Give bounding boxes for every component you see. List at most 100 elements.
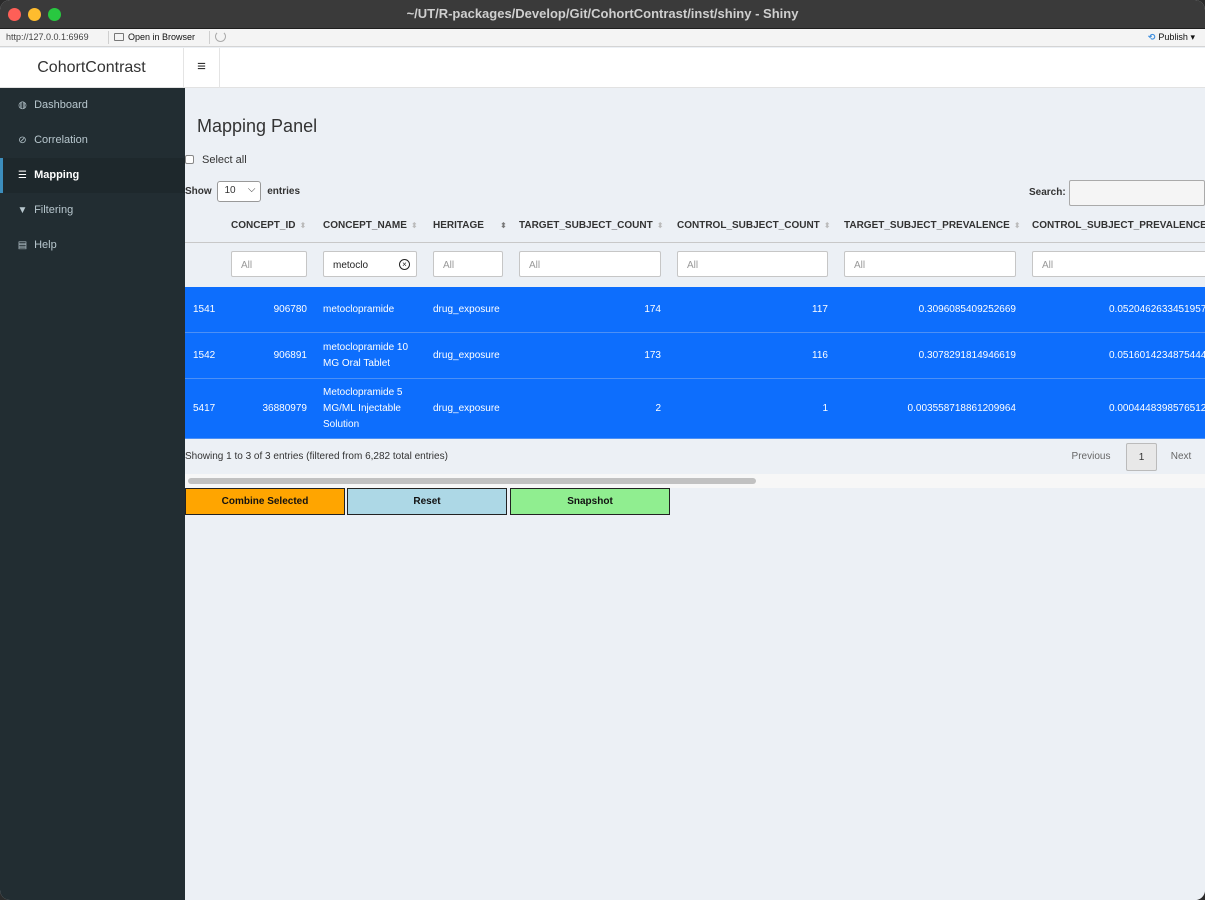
open-in-browser-button[interactable]: Open in Browser: [114, 32, 195, 42]
pagination-page-1[interactable]: 1: [1126, 443, 1157, 471]
column-header-target-subject-prevalence[interactable]: TARGET_SUBJECT_PREVALENCE ⬍: [844, 220, 1020, 231]
sort-icon[interactable]: ⬍: [411, 221, 418, 230]
dashboard-icon: ◍: [18, 100, 27, 111]
app-logo[interactable]: CohortContrast: [0, 48, 184, 88]
snapshot-button[interactable]: Snapshot: [510, 488, 670, 515]
sort-icon[interactable]: ⬍: [500, 221, 507, 230]
row-index-cell: 1542: [193, 350, 216, 361]
table-row[interactable]: 5417 36880979 Metoclopramide 5 MG/ML Inj…: [185, 379, 1205, 439]
toolbar-divider: [209, 31, 210, 44]
page-length-select[interactable]: 10 ⌵: [217, 181, 262, 202]
sidebar-item-help[interactable]: ▤ Help: [0, 228, 185, 263]
search-input[interactable]: [1069, 180, 1205, 206]
control-count-cell: 117: [812, 304, 828, 315]
control-prevalence-cell: 0.00044483985765124: [1109, 403, 1205, 414]
horizontal-scrollbar[interactable]: [185, 474, 1205, 488]
browser-icon: [114, 33, 124, 41]
column-header-control-subject-count[interactable]: CONTROL_SUBJECT_COUNT ⬍: [677, 220, 831, 231]
column-header-control-subject-prevalence[interactable]: CONTROL_SUBJECT_PREVALENCE⬍: [1032, 220, 1205, 231]
column-filter-row: All metoclo × All All All All All: [185, 243, 1205, 287]
sort-icon[interactable]: ⬍: [657, 221, 664, 230]
entries-label: entries: [267, 186, 301, 198]
publish-icon: ⟲: [1147, 32, 1156, 42]
column-label: CONTROL_SUBJECT_PREVALENCE: [1032, 220, 1205, 231]
filter-icon: ▼: [17, 205, 28, 216]
table-body: 1541 906780 metoclopramide drug_exposure…: [185, 287, 1205, 439]
toolbar-divider: [108, 31, 109, 44]
sidebar-item-dashboard[interactable]: ◍ Dashboard: [0, 88, 185, 123]
sidebar-item-filtering[interactable]: ▼ Filtering: [0, 193, 185, 228]
sidebar-item-correlation[interactable]: ⊘ Correlation: [0, 123, 185, 158]
pagination-next[interactable]: Next: [1165, 443, 1197, 471]
search-label: Search:: [1029, 187, 1066, 198]
reset-button[interactable]: Reset: [347, 488, 507, 515]
concept-id-cell: 36880979: [262, 403, 308, 414]
filter-target-prevalence-input[interactable]: All: [844, 251, 1016, 277]
sidebar-item-label: Dashboard: [34, 99, 88, 111]
concept-name-cell: metoclopramide: [323, 304, 395, 315]
row-index-cell: 5417: [193, 403, 216, 414]
filter-concept-id-input[interactable]: All: [231, 251, 307, 277]
filter-control-prevalence-input[interactable]: All: [1032, 251, 1205, 277]
sort-icon[interactable]: ⬍: [299, 221, 306, 230]
publish-button[interactable]: ⟲ Publish ▾: [1148, 32, 1195, 43]
refresh-icon[interactable]: [215, 31, 226, 42]
chevron-down-icon: ▾: [1190, 32, 1195, 42]
target-count-cell: 173: [644, 350, 661, 361]
sidebar-item-label: Correlation: [34, 134, 88, 146]
control-count-cell: 1: [822, 403, 828, 414]
concept-name-cell: metoclopramide 10: [323, 342, 409, 353]
table-row[interactable]: 1542 906891 metoclopramide 10 MG Oral Ta…: [185, 333, 1205, 379]
filter-value: metoclo: [333, 260, 369, 271]
concept-id-cell: 906891: [273, 350, 307, 361]
select-all-label: Select all: [202, 154, 247, 166]
column-label: TARGET_SUBJECT_PREVALENCE: [844, 220, 1010, 231]
heritage-cell: drug_exposure: [433, 304, 500, 315]
filter-heritage-input[interactable]: All: [433, 251, 503, 277]
sort-icon[interactable]: ⬍: [824, 221, 831, 230]
target-prevalence-cell: 0.3078291814946619: [918, 350, 1016, 361]
chevron-down-icon: ⌵: [247, 184, 256, 195]
main-content: Mapping Panel Select all Show 10 ⌵ entrie…: [185, 88, 1205, 900]
url-label: http://127.0.0.1:6969: [6, 32, 89, 42]
scrollbar-thumb[interactable]: [188, 478, 756, 484]
sort-icon[interactable]: ⬍: [1014, 221, 1021, 230]
select-all-checkbox[interactable]: [185, 155, 194, 164]
hamburger-menu-icon[interactable]: ≡: [184, 48, 220, 88]
pagination-previous[interactable]: Previous: [1065, 443, 1117, 471]
sidebar-item-mapping[interactable]: ☰ Mapping: [0, 158, 185, 193]
column-header-concept-name[interactable]: CONCEPT_NAME ⬍: [323, 220, 418, 231]
heritage-cell: drug_exposure: [433, 350, 500, 361]
filter-control-count-input[interactable]: All: [677, 251, 828, 277]
control-prevalence-cell: 0.05160142348754448: [1109, 350, 1205, 361]
sidebar-item-label: Filtering: [34, 204, 74, 216]
target-count-cell: 174: [644, 304, 661, 315]
target-count-cell: 2: [655, 403, 661, 414]
sliders-icon: ☰: [18, 170, 27, 181]
app-header: CohortContrast ≡: [0, 48, 1205, 88]
select-all-control[interactable]: Select all: [185, 154, 247, 166]
column-header-concept-id[interactable]: CONCEPT_ID ⬍: [231, 220, 306, 231]
table-row[interactable]: 1541 906780 metoclopramide drug_exposure…: [185, 287, 1205, 333]
sidebar-item-label: Help: [34, 239, 57, 251]
column-label: CONTROL_SUBJECT_COUNT: [677, 220, 820, 231]
open-in-browser-label: Open in Browser: [128, 32, 196, 42]
page-length-value: 10: [224, 185, 236, 196]
column-label: HERITAGE: [433, 220, 484, 231]
page-title: Mapping Panel: [197, 116, 318, 136]
filter-concept-name-input[interactable]: metoclo ×: [323, 251, 417, 277]
column-header-target-subject-count[interactable]: TARGET_SUBJECT_COUNT ⬍: [519, 220, 663, 231]
combine-selected-button[interactable]: Combine Selected: [185, 488, 345, 515]
app-window: ~/UT/R-packages/Develop/Git/CohortContra…: [0, 0, 1205, 900]
sidebar: ◍ Dashboard ⊘ Correlation ☰ Mapping ▼ Fi…: [0, 88, 185, 900]
viewer-toolbar: http://127.0.0.1:6969 Open in Browser ⟲ P…: [0, 29, 1205, 47]
filter-target-count-input[interactable]: All: [519, 251, 661, 277]
row-index-cell: 1541: [193, 304, 216, 315]
clear-icon[interactable]: ×: [399, 259, 410, 270]
heritage-cell: drug_exposure: [433, 403, 500, 414]
concept-name-cell: MG/ML Injectable: [323, 403, 401, 414]
column-label: CONCEPT_NAME: [323, 220, 407, 231]
concept-name-cell: Metoclopramide 5: [323, 387, 403, 398]
table-info: Showing 1 to 3 of 3 entries (filtered fr…: [185, 451, 448, 462]
column-header-heritage[interactable]: HERITAGE ⬍: [433, 220, 507, 231]
